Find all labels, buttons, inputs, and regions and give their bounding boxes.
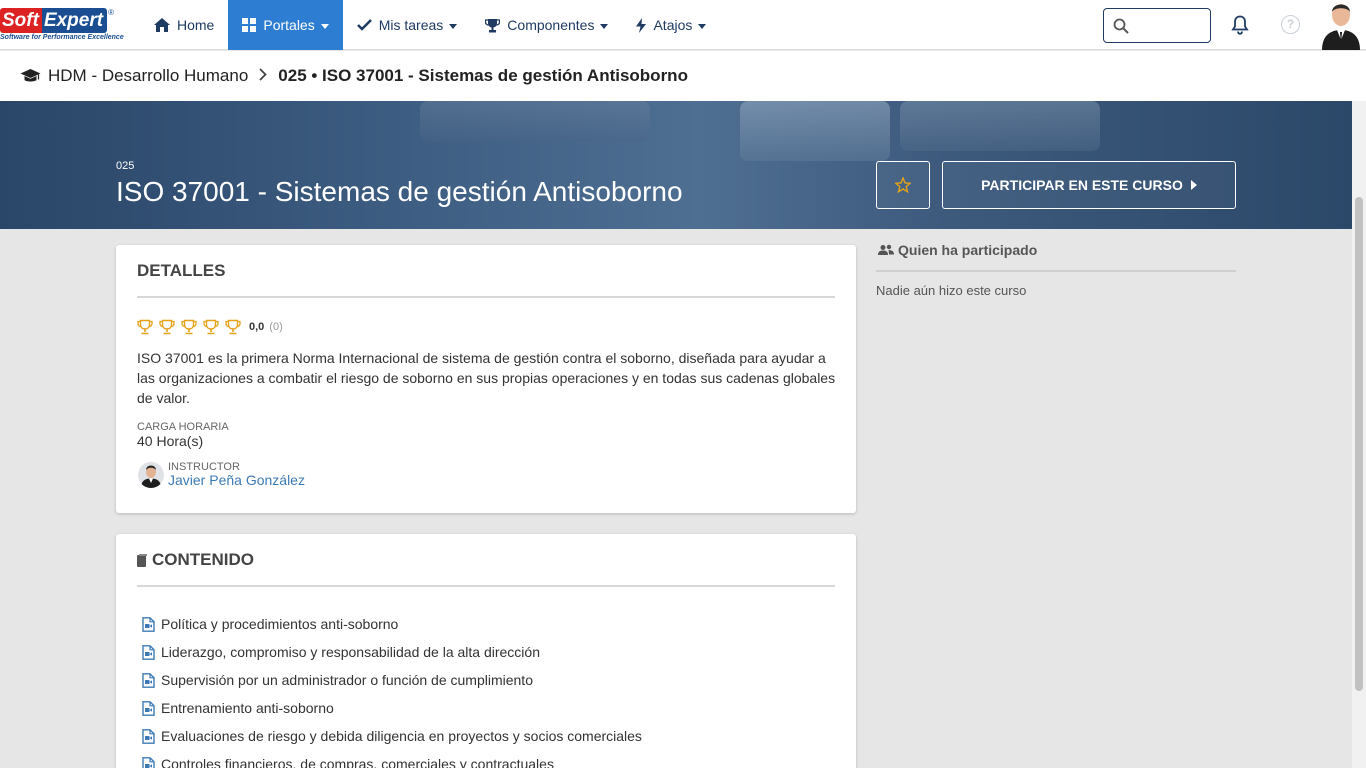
book-icon: [137, 553, 147, 567]
chevron-down-icon: [600, 23, 609, 29]
content-card: CONTENIDO Política y procedimientos anti…: [116, 534, 856, 768]
details-card: DETALLES 0,0 (0) ISO 37001 es la primera…: [116, 245, 856, 513]
video-file-icon: [142, 616, 155, 632]
video-file-icon: [142, 700, 155, 716]
content-divider: [137, 585, 835, 587]
page-scrollbar[interactable]: [1352, 101, 1366, 768]
main-nav: Home Portales Mis tareas Componentes Ata…: [140, 0, 720, 50]
banner-coin-stack: [740, 101, 890, 161]
favorite-button[interactable]: [876, 161, 930, 209]
content-title: CONTENIDO: [152, 550, 254, 569]
video-file-icon: [142, 672, 155, 688]
trophy-rating: 0,0 (0): [137, 319, 283, 335]
chevron-down-icon: [698, 23, 707, 29]
top-navbar: Soft Expert ® Software for Performance E…: [0, 0, 1366, 50]
workload-label: CARGA HORARIA: [137, 421, 229, 433]
content-item-label: Controles financieros, de compras, comer…: [161, 756, 554, 768]
nav-mis-tareas-label: Mis tareas: [378, 17, 444, 33]
logo-registered-mark: ®: [108, 8, 114, 17]
instructor-avatar: [138, 462, 164, 488]
video-file-icon: [142, 728, 155, 744]
content-item-label: Liderazgo, compromiso y responsabilidad …: [161, 644, 540, 660]
nav-portales[interactable]: Portales: [228, 0, 343, 50]
content-item[interactable]: Controles financieros, de compras, comer…: [142, 750, 642, 768]
video-file-icon: [142, 644, 155, 660]
course-banner: 025 ISO 37001 - Sistemas de gestión Anti…: [0, 101, 1352, 229]
banner-coin-stack: [900, 101, 1100, 151]
graduation-cap-icon: [20, 69, 41, 82]
participants-divider: [876, 270, 1236, 272]
logo-soft-text: Soft: [0, 8, 42, 33]
nav-home[interactable]: Home: [140, 0, 228, 50]
content-item[interactable]: Entrenamiento anti-soborno: [142, 694, 642, 722]
search-icon: [1113, 18, 1129, 34]
nav-atajos-label: Atajos: [653, 17, 693, 33]
nav-componentes-label: Componentes: [507, 17, 595, 33]
home-icon: [154, 18, 170, 32]
nav-portales-label: Portales: [263, 17, 315, 33]
nav-mis-tareas[interactable]: Mis tareas: [343, 0, 472, 50]
scrollbar-thumb[interactable]: [1355, 197, 1363, 691]
trophy-icon[interactable]: [225, 319, 241, 335]
users-icon: [878, 244, 894, 255]
participants-title-row: Quien ha participado: [878, 242, 1037, 258]
help-icon[interactable]: ?: [1281, 15, 1300, 34]
content-item-label: Entrenamiento anti-soborno: [161, 700, 334, 716]
trophy-icon: [485, 18, 501, 32]
participants-empty-text: Nadie aún hizo este curso: [876, 283, 1027, 298]
bell-icon[interactable]: [1231, 15, 1249, 35]
chevron-down-icon: [449, 23, 458, 29]
content-list: Política y procedimientos anti-soborno Li…: [142, 610, 642, 768]
workload-value: 40 Hora(s): [137, 433, 204, 449]
course-description: ISO 37001 es la primera Norma Internacio…: [137, 350, 836, 406]
nav-home-label: Home: [177, 17, 215, 33]
join-course-label: PARTICIPAR EN ESTE CURSO: [981, 177, 1183, 193]
banner-coin-stack: [420, 101, 650, 141]
instructor-name-link[interactable]: Javier Peña González: [168, 472, 305, 488]
content-item[interactable]: Liderazgo, compromiso y responsabilidad …: [142, 638, 642, 666]
rating-count: (0): [269, 321, 283, 333]
video-file-icon: [142, 756, 155, 768]
breadcrumb: HDM - Desarrollo Humano 025 • ISO 37001 …: [0, 51, 1366, 101]
breadcrumb-parent[interactable]: HDM - Desarrollo Humano: [48, 66, 248, 86]
details-divider: [137, 296, 835, 298]
trophy-icon[interactable]: [159, 319, 175, 335]
star-icon: [895, 177, 911, 193]
breadcrumb-current: 025 • ISO 37001 - Sistemas de gestión An…: [278, 66, 688, 85]
grid-icon: [242, 18, 257, 32]
softexpert-logo[interactable]: Soft Expert ® Software for Performance E…: [0, 8, 130, 46]
nav-atajos[interactable]: Atajos: [622, 0, 720, 50]
trophy-icon[interactable]: [137, 319, 153, 335]
content-item[interactable]: Evaluaciones de riesgo y debida diligenc…: [142, 722, 642, 750]
course-title: ISO 37001 - Sistemas de gestión Antisobo…: [116, 176, 683, 207]
check-icon: [356, 19, 372, 31]
participants-title: Quien ha participado: [898, 242, 1038, 258]
chevron-down-icon: [320, 23, 329, 29]
content-item-label: Supervisión por un administrador o funci…: [161, 672, 533, 688]
bolt-icon: [636, 17, 647, 33]
content-item[interactable]: Política y procedimientos anti-soborno: [142, 610, 642, 638]
chevron-right-icon: [259, 66, 268, 86]
content-item[interactable]: Supervisión por un administrador o funci…: [142, 666, 642, 694]
trophy-icon[interactable]: [181, 319, 197, 335]
content-title-row: CONTENIDO: [137, 550, 254, 570]
caret-right-icon: [1190, 180, 1197, 190]
content-item-label: Evaluaciones de riesgo y debida diligenc…: [161, 728, 642, 744]
course-code: 025: [116, 160, 135, 172]
join-course-button[interactable]: PARTICIPAR EN ESTE CURSO: [942, 161, 1236, 209]
rating-value: 0,0: [249, 321, 265, 333]
search-input[interactable]: [1134, 15, 1206, 37]
details-title: DETALLES: [137, 261, 226, 280]
trophy-icon[interactable]: [203, 319, 219, 335]
nav-componentes[interactable]: Componentes: [471, 0, 622, 50]
logo-tagline: Software for Performance Excellence: [0, 34, 124, 41]
logo-expert-text: Expert: [41, 8, 108, 33]
user-avatar[interactable]: [1320, 0, 1362, 50]
search-field[interactable]: [1103, 8, 1211, 43]
content-item-label: Política y procedimientos anti-soborno: [161, 616, 399, 632]
